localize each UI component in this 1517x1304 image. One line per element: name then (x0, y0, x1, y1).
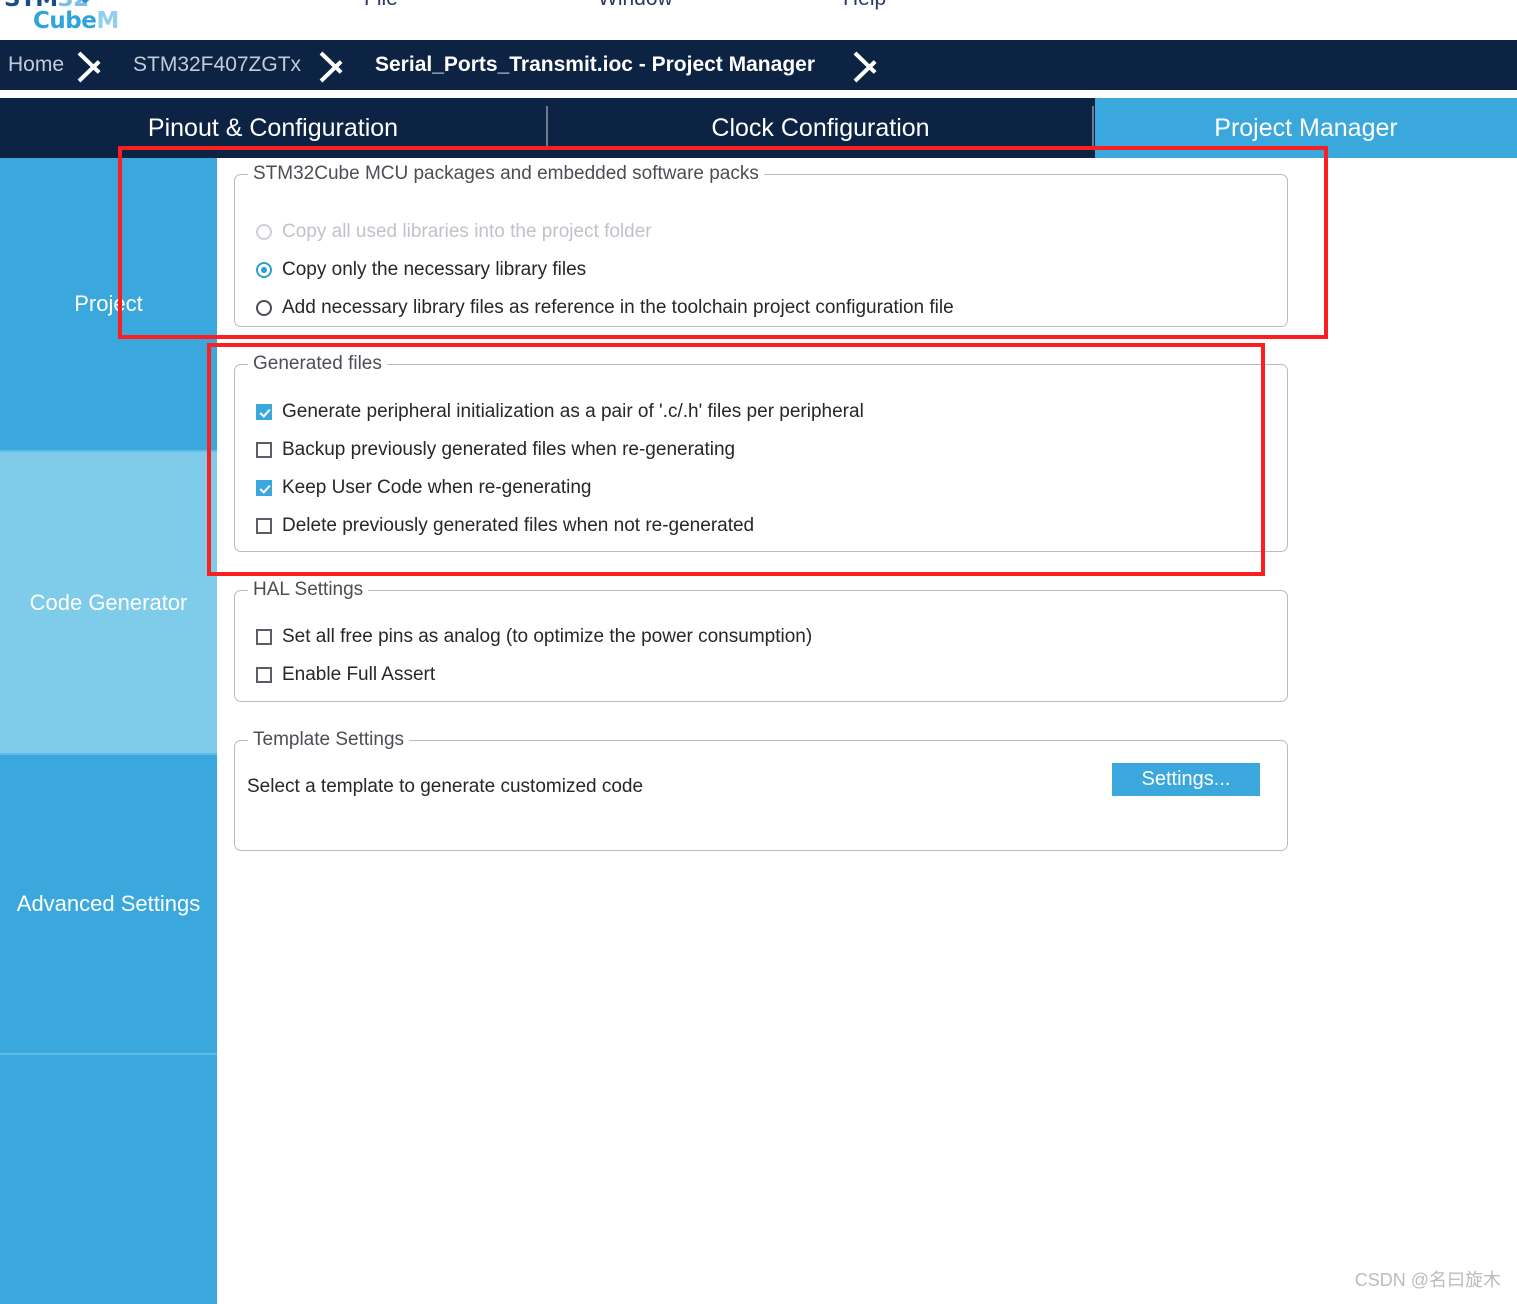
checkbox-label: Enable Full Assert (282, 664, 436, 685)
checkbox-row-backup-previously-generated[interactable]: Backup previously generated files when r… (256, 439, 735, 461)
sidebar-item-label: Code Generator (29, 589, 188, 615)
chevron-right-icon (852, 40, 888, 90)
radio-icon[interactable] (256, 300, 272, 316)
sidebar-item-code-generator[interactable]: Code Generator (0, 452, 217, 755)
project-manager-content: STM32Cube MCU packages and embedded soft… (217, 158, 1517, 1304)
sidebar-item-label: Project (74, 291, 143, 316)
checkbox-row-keep-user-code[interactable]: Keep User Code when re-generating (256, 477, 591, 499)
group-title: HAL Settings (248, 579, 369, 601)
breadcrumb-item-home[interactable]: Home (8, 53, 64, 77)
menu-item-window[interactable]: Window (598, 0, 673, 11)
tab-divider (1092, 106, 1094, 150)
checkbox-label: Backup previously generated files when r… (282, 439, 736, 460)
sidebar-item-project[interactable]: Project (0, 158, 217, 452)
radio-label: Copy only the necessary library files (282, 259, 587, 280)
sidebar: Project Code Generator Advanced Settings (0, 158, 217, 1304)
checkbox-row-enable-full-assert[interactable]: Enable Full Assert (256, 664, 435, 686)
checkbox-row-set-free-pins-analog[interactable]: Set all free pins as analog (to optimize… (256, 626, 812, 648)
checkbox-icon[interactable] (256, 442, 272, 458)
chevron-right-icon (76, 40, 112, 90)
breadcrumb: Home STM32F407ZGTx Serial_Ports_Transmit… (0, 40, 1517, 90)
group-template-settings: Template Settings Select a template to g… (234, 729, 1288, 851)
menu-bar: File Window Help (0, 0, 1517, 40)
checkbox-icon[interactable] (256, 404, 272, 420)
tab-label: Project Manager (1214, 113, 1398, 142)
checkbox-label: Delete previously generated files when n… (282, 515, 755, 536)
tab-project-manager[interactable]: Project Manager (1095, 98, 1517, 158)
group-title: Template Settings (248, 729, 410, 751)
group-mcu-packages: STM32Cube MCU packages and embedded soft… (234, 163, 1288, 327)
group-hal-settings: HAL Settings Set all free pins as analog… (234, 579, 1288, 702)
checkbox-row-generate-peripheral-init[interactable]: Generate peripheral initialization as a … (256, 401, 864, 423)
radio-icon[interactable] (256, 262, 272, 278)
radio-row-copy-all-libraries[interactable]: Copy all used libraries into the project… (256, 221, 652, 243)
logo-cube-text: Cube (33, 8, 97, 34)
checkbox-row-delete-previously-generated[interactable]: Delete previously generated files when n… (256, 515, 754, 537)
menu-item-file[interactable]: File (364, 0, 398, 11)
group-title: Generated files (248, 353, 387, 375)
group-title: STM32Cube MCU packages and embedded soft… (248, 163, 764, 185)
checkbox-label: Keep User Code when re-generating (282, 477, 592, 498)
radio-label: Add necessary library files as reference… (282, 297, 954, 318)
tab-pinout-and-configuration[interactable]: Pinout & Configuration (0, 98, 546, 158)
menu-item-help[interactable]: Help (843, 0, 886, 11)
radio-row-copy-necessary-files[interactable]: Copy only the necessary library files (256, 259, 586, 281)
tab-label: Pinout & Configuration (147, 113, 399, 142)
template-description: Select a template to generate customized… (247, 776, 644, 797)
stm32cubemx-logo: STM32 CubeMX (0, 0, 118, 40)
radio-icon[interactable] (256, 224, 272, 240)
logo-mx-text: MX (96, 8, 118, 34)
template-settings-button[interactable]: Settings... (1112, 763, 1260, 796)
sidebar-item-empty (0, 1055, 217, 1304)
tab-clock-configuration[interactable]: Clock Configuration (549, 98, 1092, 158)
logo-cubemx-text: CubeMX (33, 8, 118, 34)
radio-row-add-as-reference[interactable]: Add necessary library files as reference… (256, 297, 954, 319)
tab-divider (546, 106, 548, 150)
watermark: CSDN @名曰旋木 (1354, 1270, 1501, 1290)
checkbox-icon[interactable] (256, 667, 272, 683)
sidebar-item-advanced-settings[interactable]: Advanced Settings (0, 755, 217, 1055)
breadcrumb-item-mcu[interactable]: STM32F407ZGTx (133, 53, 301, 77)
button-label: Settings... (1141, 768, 1231, 790)
checkbox-icon[interactable] (256, 518, 272, 534)
breadcrumb-item-current: Serial_Ports_Transmit.ioc - Project Mana… (375, 53, 815, 76)
chevron-right-icon (318, 40, 354, 90)
checkbox-icon[interactable] (256, 629, 272, 645)
radio-label: Copy all used libraries into the project… (282, 221, 652, 242)
checkbox-label: Generate peripheral initialization as a … (282, 401, 864, 422)
group-generated-files: Generated files Generate peripheral init… (234, 353, 1288, 552)
tab-bar: Pinout & Configuration Clock Configurati… (0, 98, 1517, 158)
sidebar-item-label: Advanced Settings (16, 891, 201, 916)
checkbox-label: Set all free pins as analog (to optimize… (282, 626, 813, 647)
checkbox-icon[interactable] (256, 480, 272, 496)
tab-label: Clock Configuration (711, 113, 930, 142)
